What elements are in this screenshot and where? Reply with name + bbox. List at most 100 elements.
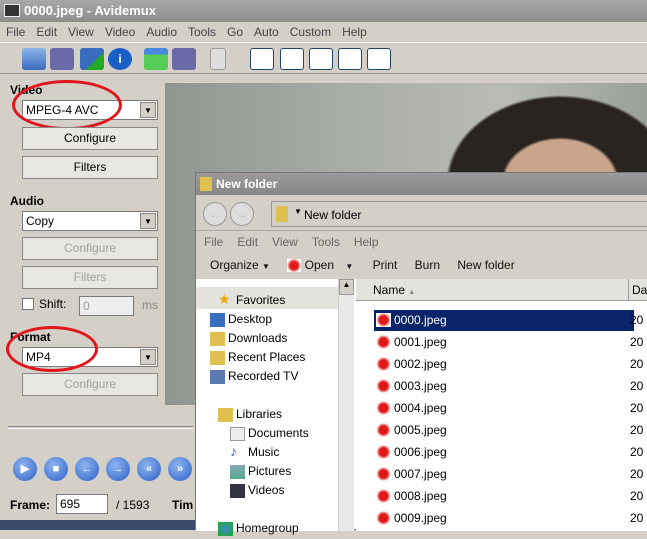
nav-downloads[interactable]: Downloads [210,331,287,349]
nav-label: Videos [248,483,285,497]
menu-edit[interactable]: Edit [36,25,57,39]
frame-input[interactable]: 695 [56,494,108,514]
file-date: 20 [630,335,644,349]
open-folder-icon[interactable] [144,48,168,70]
shift-checkbox[interactable] [22,298,34,310]
layout-5-icon[interactable] [367,48,391,70]
back-button[interactable]: ← [203,202,227,226]
play-icon[interactable]: ▶ [13,457,37,481]
audio-codec-select[interactable]: Copy ▼ [22,211,158,231]
next-frame-icon[interactable]: → [106,457,130,481]
image-file-icon [376,357,391,371]
file-name: 0007.jpeg [394,467,447,481]
column-name[interactable]: Name ▲ [373,283,415,297]
ex-menu-file[interactable]: File [204,235,223,249]
nav-label: Favorites [236,293,286,307]
file-row[interactable]: 0001.jpeg 20 [374,332,643,353]
menu-video[interactable]: Video [105,25,135,39]
layout-4-icon[interactable] [338,48,362,70]
menu-file[interactable]: File [6,25,25,39]
file-date: 20 [630,401,644,415]
open-icon[interactable] [22,48,46,70]
forward-button[interactable]: → [230,202,254,226]
window-title: 0000.jpeg - Avidemux [24,3,156,18]
time-label: Tim [172,498,194,512]
menu-audio[interactable]: Audio [146,25,177,39]
nav-videos[interactable]: Videos [230,483,285,501]
layout-2-icon[interactable] [280,48,304,70]
videos-icon [230,484,245,498]
file-name: 0006.jpeg [394,445,447,459]
menu-go[interactable]: Go [227,25,243,39]
info-icon[interactable]: i [108,48,132,70]
append-icon[interactable] [80,48,104,70]
scroll-up-icon[interactable]: ▲ [339,279,354,295]
explorer-command-bar: Organize ▼ Open ▼ Print Burn New folder [196,253,647,279]
music-icon: ♪ [230,443,237,459]
format-configure-button[interactable]: Configure [22,373,158,396]
menu-tools[interactable]: Tools [188,25,216,39]
timeline-slider[interactable] [8,426,193,429]
file-row[interactable]: 0004.jpeg 20 [374,398,643,419]
save-icon[interactable] [50,48,74,70]
column-date[interactable]: Da [628,279,647,301]
tv-icon [210,370,225,384]
desktop-icon [210,313,225,327]
nav-pictures[interactable]: Pictures [230,464,291,482]
video-filters-button[interactable]: Filters [22,156,158,179]
rewind-icon[interactable]: « [137,457,161,481]
nav-recent-places[interactable]: Recent Places [210,350,305,368]
shift-input[interactable]: 0 [79,296,134,316]
menu-auto[interactable]: Auto [254,25,279,39]
file-date: 20 [630,423,644,437]
nav-homegroup[interactable]: Homegroup [218,521,299,539]
nav-libraries[interactable]: Libraries [218,407,282,425]
image-file-icon [376,489,391,503]
prev-frame-icon[interactable]: ← [75,457,99,481]
chevron-down-icon: ▼ [140,102,156,118]
layout-1-icon[interactable] [250,48,274,70]
menu-help[interactable]: Help [342,25,367,39]
file-row[interactable]: 0002.jpeg 20 [374,354,643,375]
save-video-icon[interactable] [172,48,196,70]
menu-view[interactable]: View [68,25,94,39]
nav-documents[interactable]: Documents [230,426,309,444]
open-button[interactable]: Open ▼ [287,258,353,273]
stop-icon[interactable]: ■ [44,457,68,481]
calculator-icon[interactable] [210,48,226,70]
ex-menu-edit[interactable]: Edit [237,235,258,249]
file-row[interactable]: 0006.jpeg 20 [374,442,643,463]
new-folder-button[interactable]: New folder [457,258,514,272]
nav-favorites[interactable]: ★ Favorites [218,291,286,311]
audio-filters-button[interactable]: Filters [22,266,158,289]
file-row[interactable]: 0005.jpeg 20 [374,420,643,441]
video-configure-button[interactable]: Configure [22,127,158,150]
audio-codec-value: Copy [26,214,55,228]
burn-button[interactable]: Burn [415,258,440,272]
file-row[interactable]: 0003.jpeg 20 [374,376,643,397]
ex-menu-tools[interactable]: Tools [312,235,340,249]
fast-forward-icon[interactable]: » [168,457,192,481]
ex-menu-help[interactable]: Help [354,235,379,249]
nav-desktop[interactable]: Desktop [210,312,272,330]
chevron-down-icon: ▼ [140,349,156,365]
documents-icon [230,427,245,441]
print-button[interactable]: Print [373,258,398,272]
nav-recorded-tv[interactable]: Recorded TV [210,369,298,387]
nav-music[interactable]: ♪ Music [230,443,279,463]
image-file-icon [376,379,391,393]
file-row[interactable]: 0007.jpeg 20 [374,464,643,485]
file-row[interactable]: 0008.jpeg 20 [374,486,643,507]
menu-custom[interactable]: Custom [290,25,331,39]
explorer-menu-bar: File Edit View Tools Help [196,231,647,253]
audio-configure-button[interactable]: Configure [22,237,158,260]
layout-3-icon[interactable] [309,48,333,70]
file-row[interactable]: 0009.jpeg 20 [374,508,643,529]
ex-menu-view[interactable]: View [272,235,298,249]
address-input[interactable]: ▼ New folder [271,201,647,227]
star-icon: ★ [218,291,231,307]
recent-places-icon [210,351,225,365]
organize-button[interactable]: Organize ▼ [210,258,270,272]
file-row[interactable]: 0000.jpeg 20 [374,310,643,331]
nav-scrollbar[interactable]: ▲ [338,279,354,531]
